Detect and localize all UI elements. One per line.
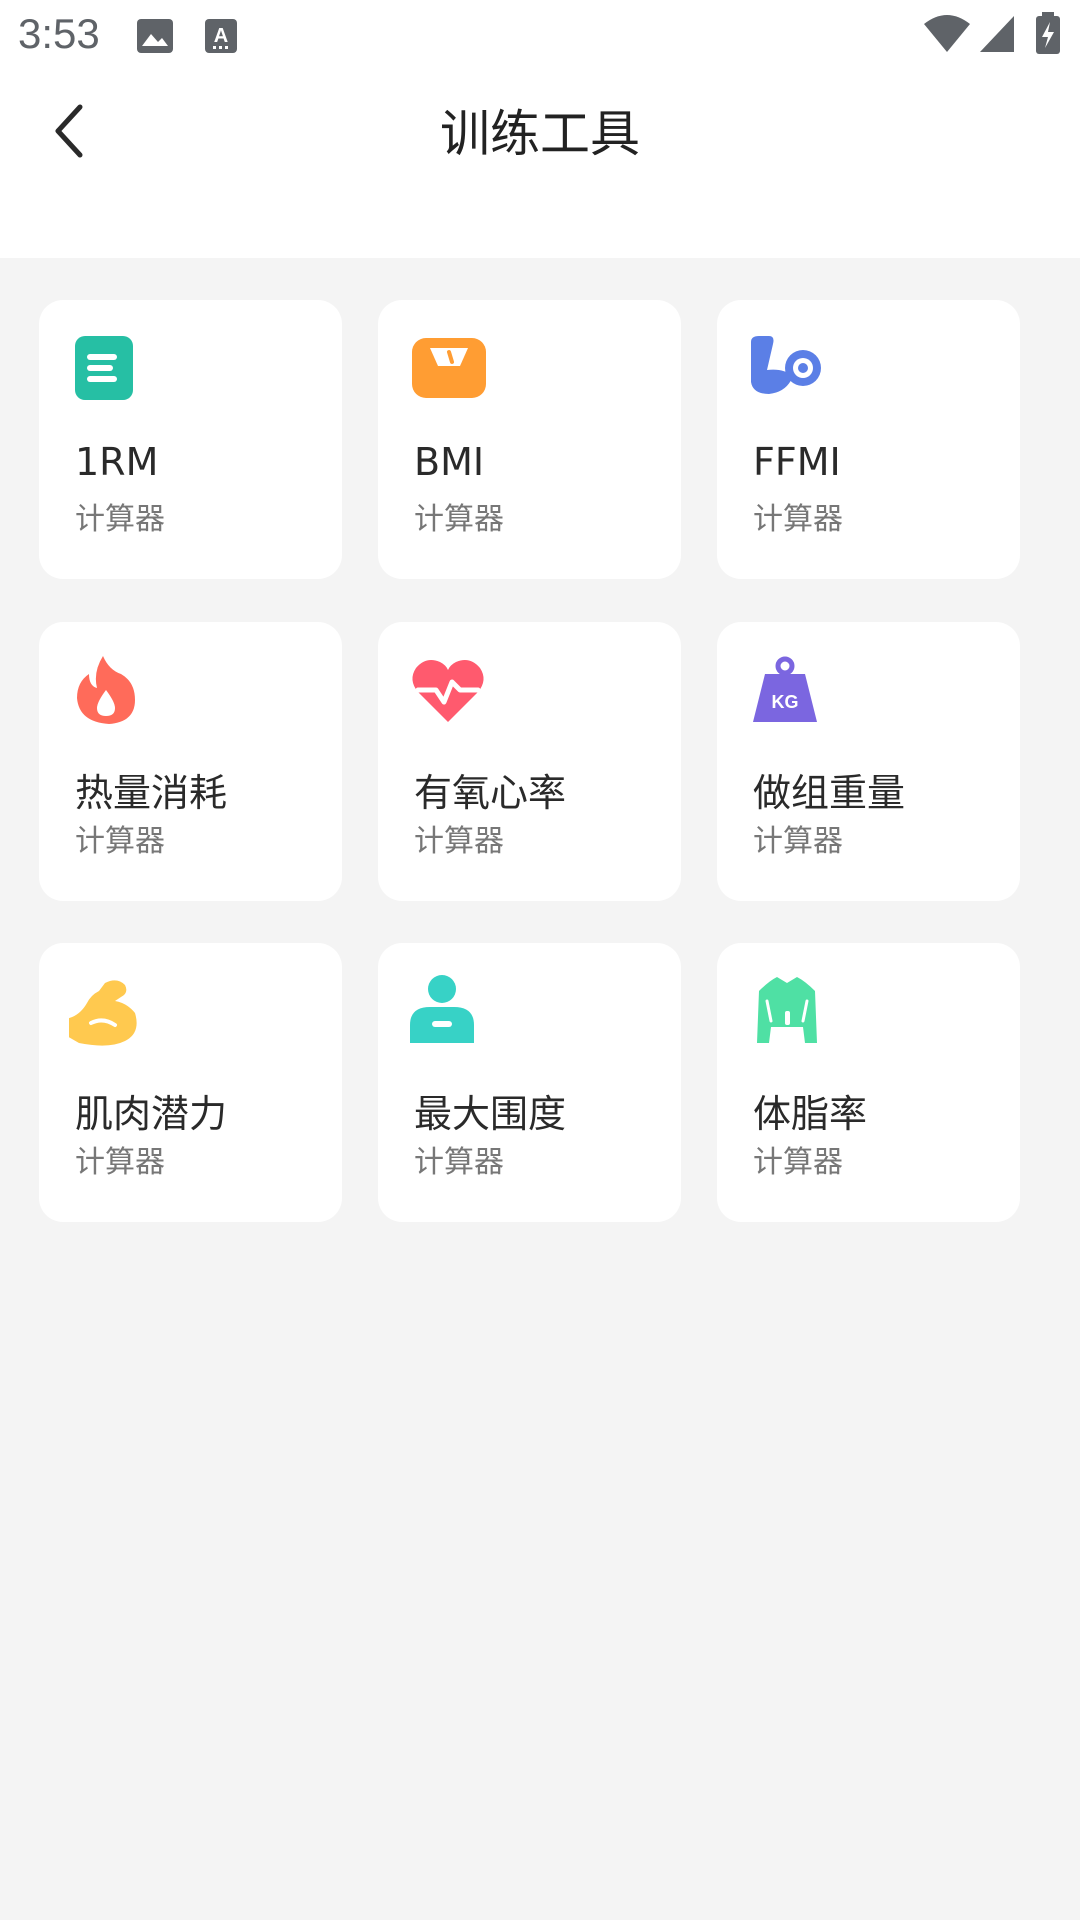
tool-card-calorie-burn[interactable]: 热量消耗 计算器 — [39, 622, 342, 901]
tool-card-ffmi[interactable]: FFMI 计算器 — [717, 300, 1020, 579]
tool-title: 体脂率 — [753, 1092, 868, 1136]
kg-weight-icon: KG — [747, 652, 827, 732]
svg-text:A: A — [214, 25, 228, 47]
tool-subtitle: 计算器 — [75, 1145, 165, 1180]
tool-card-body-fat[interactable]: 体脂率 计算器 — [717, 943, 1020, 1222]
tool-title: 1RM — [75, 440, 159, 484]
scale-icon — [408, 330, 488, 410]
tool-card-max-girth[interactable]: 最大围度 计算器 — [378, 943, 681, 1222]
tool-subtitle: 计算器 — [753, 824, 843, 859]
tool-subtitle: 计算器 — [414, 502, 504, 537]
tool-card-aerobic-heart-rate[interactable]: 有氧心率 计算器 — [378, 622, 681, 901]
tool-title: 热量消耗 — [75, 771, 228, 815]
image-icon — [136, 18, 174, 58]
battery-charging-icon — [1034, 12, 1062, 60]
wifi-icon — [922, 14, 972, 58]
page-title: 训练工具 — [440, 105, 640, 163]
text-icon: A — [204, 18, 238, 58]
kg-label: KG — [772, 692, 799, 712]
document-icon — [69, 330, 149, 410]
tool-subtitle: 计算器 — [414, 1145, 504, 1180]
tool-title: 肌肉潜力 — [75, 1092, 228, 1136]
arm-scale-icon — [747, 330, 827, 410]
tool-title: 有氧心率 — [414, 771, 567, 815]
tool-card-muscle-potential[interactable]: 肌肉潜力 计算器 — [39, 943, 342, 1222]
tool-subtitle: 计算器 — [414, 824, 504, 859]
signal-icon — [978, 14, 1016, 58]
tool-card-set-weight[interactable]: KG 做组重量 计算器 — [717, 622, 1020, 901]
status-bar: 3:53 A — [0, 0, 1080, 72]
muscle-arm-icon — [65, 973, 149, 1053]
tool-subtitle: 计算器 — [75, 824, 165, 859]
status-time: 3:53 — [18, 10, 100, 57]
tool-title: FFMI — [753, 440, 841, 484]
app-bar: 训练工具 — [0, 72, 1080, 258]
tool-title: BMI — [414, 440, 485, 484]
tool-card-1rm[interactable]: 1RM 计算器 — [39, 300, 342, 579]
body-measure-icon — [408, 973, 488, 1053]
tool-subtitle: 计算器 — [753, 1145, 843, 1180]
tool-subtitle: 计算器 — [75, 502, 165, 537]
tool-subtitle: 计算器 — [753, 502, 843, 537]
tool-card-bmi[interactable]: BMI 计算器 — [378, 300, 681, 579]
torso-icon — [747, 973, 827, 1053]
heart-rate-icon — [408, 652, 488, 732]
tool-title: 最大围度 — [414, 1092, 567, 1136]
tool-title: 做组重量 — [753, 771, 906, 815]
flame-icon — [69, 652, 149, 732]
